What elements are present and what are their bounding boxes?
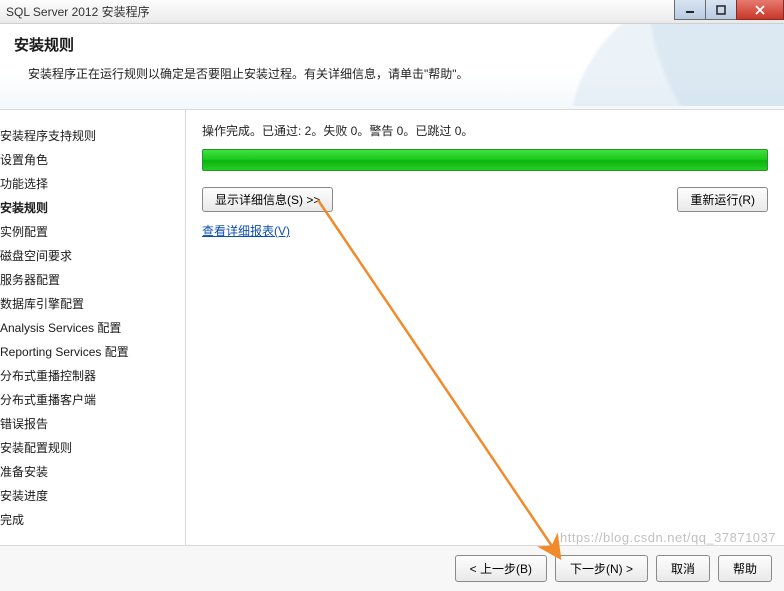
page-header: 安装规则 安装程序正在运行规则以确定是否要阻止安装过程。有关详细信息，请单击"帮… — [0, 24, 784, 110]
sidebar-item[interactable]: 准备安装 — [0, 460, 179, 484]
sidebar-item[interactable]: Analysis Services 配置 — [0, 316, 179, 340]
close-button[interactable] — [736, 0, 784, 20]
next-button[interactable]: 下一步(N) > — [555, 555, 648, 582]
minimize-icon — [685, 5, 695, 15]
content-area: 操作完成。已通过: 2。失败 0。警告 0。已跳过 0。 显示详细信息(S) >… — [185, 110, 784, 545]
progress-bar — [202, 149, 768, 171]
maximize-icon — [716, 5, 726, 15]
sidebar-item[interactable]: 功能选择 — [0, 172, 179, 196]
sidebar-item[interactable]: 服务器配置 — [0, 268, 179, 292]
close-icon — [754, 5, 766, 15]
sidebar-item[interactable]: 数据库引擎配置 — [0, 292, 179, 316]
sidebar-item[interactable]: 安装配置规则 — [0, 436, 179, 460]
sidebar-item[interactable]: 分布式重播客户端 — [0, 388, 179, 412]
footer: < 上一步(B) 下一步(N) > 取消 帮助 — [0, 545, 784, 591]
maximize-button[interactable] — [705, 0, 737, 20]
sidebar-item[interactable]: 安装程序支持规则 — [0, 124, 179, 148]
sidebar-item[interactable]: 磁盘空间要求 — [0, 244, 179, 268]
sidebar-item[interactable]: 安装规则 — [0, 196, 179, 220]
sidebar: 安装程序支持规则设置角色功能选择安装规则实例配置磁盘空间要求服务器配置数据库引擎… — [0, 110, 185, 545]
sidebar-item[interactable]: 分布式重播控制器 — [0, 364, 179, 388]
window-controls — [675, 0, 784, 20]
detail-button-row: 显示详细信息(S) >> 重新运行(R) — [202, 187, 768, 212]
sidebar-item[interactable]: Reporting Services 配置 — [0, 340, 179, 364]
cancel-button[interactable]: 取消 — [656, 555, 710, 582]
titlebar: SQL Server 2012 安装程序 — [0, 0, 784, 24]
status-text: 操作完成。已通过: 2。失败 0。警告 0。已跳过 0。 — [202, 122, 768, 139]
sidebar-item[interactable]: 设置角色 — [0, 148, 179, 172]
sidebar-item[interactable]: 错误报告 — [0, 412, 179, 436]
window-title: SQL Server 2012 安装程序 — [6, 3, 150, 20]
sidebar-item[interactable]: 安装进度 — [0, 484, 179, 508]
body-area: 安装程序支持规则设置角色功能选择安装规则实例配置磁盘空间要求服务器配置数据库引擎… — [0, 110, 784, 545]
page-title: 安装规则 — [14, 34, 770, 55]
minimize-button[interactable] — [674, 0, 706, 20]
view-report-link[interactable]: 查看详细报表(V) — [202, 224, 290, 238]
show-details-button[interactable]: 显示详细信息(S) >> — [202, 187, 333, 212]
page-subtitle: 安装程序正在运行规则以确定是否要阻止安装过程。有关详细信息，请单击"帮助"。 — [14, 65, 770, 82]
sidebar-item[interactable]: 实例配置 — [0, 220, 179, 244]
sidebar-item[interactable]: 完成 — [0, 508, 179, 532]
back-button[interactable]: < 上一步(B) — [455, 555, 547, 582]
help-button[interactable]: 帮助 — [718, 555, 772, 582]
rerun-button[interactable]: 重新运行(R) — [677, 187, 768, 212]
